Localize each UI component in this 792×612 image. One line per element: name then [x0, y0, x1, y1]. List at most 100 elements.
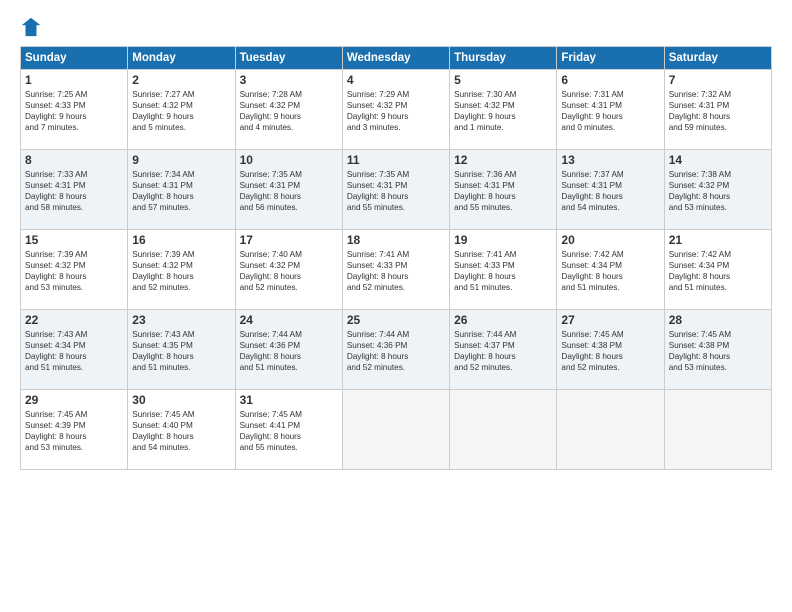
cell-info: Sunrise: 7:41 AMSunset: 4:33 PMDaylight:… — [454, 249, 552, 293]
calendar-cell: 2 Sunrise: 7:27 AMSunset: 4:32 PMDaylight… — [128, 70, 235, 150]
day-number: 13 — [561, 153, 659, 167]
day-number: 22 — [25, 313, 123, 327]
day-number: 10 — [240, 153, 338, 167]
cell-info: Sunrise: 7:30 AMSunset: 4:32 PMDaylight:… — [454, 89, 552, 133]
cell-info: Sunrise: 7:45 AMSunset: 4:38 PMDaylight:… — [669, 329, 767, 373]
logo-icon — [20, 16, 42, 38]
cell-info: Sunrise: 7:32 AMSunset: 4:31 PMDaylight:… — [669, 89, 767, 133]
day-number: 4 — [347, 73, 445, 87]
day-number: 1 — [25, 73, 123, 87]
cell-info: Sunrise: 7:39 AMSunset: 4:32 PMDaylight:… — [25, 249, 123, 293]
cell-info: Sunrise: 7:41 AMSunset: 4:33 PMDaylight:… — [347, 249, 445, 293]
calendar-cell: 11Sunrise: 7:35 AMSunset: 4:31 PMDayligh… — [342, 150, 449, 230]
calendar-cell: 24Sunrise: 7:44 AMSunset: 4:36 PMDayligh… — [235, 310, 342, 390]
calendar-table: SundayMondayTuesdayWednesdayThursdayFrid… — [20, 46, 772, 470]
cell-info: Sunrise: 7:45 AMSunset: 4:39 PMDaylight:… — [25, 409, 123, 453]
header-wednesday: Wednesday — [342, 47, 449, 70]
calendar-cell: 23Sunrise: 7:43 AMSunset: 4:35 PMDayligh… — [128, 310, 235, 390]
day-number: 29 — [25, 393, 123, 407]
day-number: 6 — [561, 73, 659, 87]
day-number: 18 — [347, 233, 445, 247]
calendar-cell — [557, 390, 664, 470]
cell-info: Sunrise: 7:35 AMSunset: 4:31 PMDaylight:… — [347, 169, 445, 213]
day-number: 16 — [132, 233, 230, 247]
week-row-4: 22 Sunrise: 7:43 AMSunset: 4:34 PMDayligh… — [21, 310, 772, 390]
day-number: 25 — [347, 313, 445, 327]
cell-info: Sunrise: 7:35 AMSunset: 4:31 PMDaylight:… — [240, 169, 338, 213]
cell-info: Sunrise: 7:27 AMSunset: 4:32 PMDaylight:… — [132, 89, 230, 133]
cell-info: Sunrise: 7:45 AMSunset: 4:40 PMDaylight:… — [132, 409, 230, 453]
day-number: 20 — [561, 233, 659, 247]
header-thursday: Thursday — [450, 47, 557, 70]
day-number: 8 — [25, 153, 123, 167]
day-number: 14 — [669, 153, 767, 167]
calendar-cell: 9Sunrise: 7:34 AMSunset: 4:31 PMDaylight… — [128, 150, 235, 230]
calendar-cell: 25 Sunrise: 7:44 AMSunset: 4:36 PMDayligh… — [342, 310, 449, 390]
cell-info: Sunrise: 7:29 AMSunset: 4:32 PMDaylight:… — [347, 89, 445, 133]
day-number: 19 — [454, 233, 552, 247]
header-friday: Friday — [557, 47, 664, 70]
cell-info: Sunrise: 7:45 AMSunset: 4:38 PMDaylight:… — [561, 329, 659, 373]
calendar-cell: 8 Sunrise: 7:33 AMSunset: 4:31 PMDaylight… — [21, 150, 128, 230]
calendar-cell: 29 Sunrise: 7:45 AMSunset: 4:39 PMDayligh… — [21, 390, 128, 470]
header — [20, 16, 772, 38]
cell-info: Sunrise: 7:44 AMSunset: 4:37 PMDaylight:… — [454, 329, 552, 373]
cell-info: Sunrise: 7:33 AMSunset: 4:31 PMDaylight:… — [25, 169, 123, 213]
calendar-cell: 22 Sunrise: 7:43 AMSunset: 4:34 PMDayligh… — [21, 310, 128, 390]
week-row-3: 15 Sunrise: 7:39 AMSunset: 4:32 PMDayligh… — [21, 230, 772, 310]
cell-info: Sunrise: 7:25 AMSunset: 4:33 PMDaylight:… — [25, 89, 123, 133]
calendar-cell: 16 Sunrise: 7:39 AMSunset: 4:32 PMDayligh… — [128, 230, 235, 310]
calendar-cell — [450, 390, 557, 470]
cell-info: Sunrise: 7:39 AMSunset: 4:32 PMDaylight:… — [132, 249, 230, 293]
week-row-1: 1 Sunrise: 7:25 AMSunset: 4:33 PMDaylight… — [21, 70, 772, 150]
calendar-cell: 3 Sunrise: 7:28 AMSunset: 4:32 PMDaylight… — [235, 70, 342, 150]
day-number: 7 — [669, 73, 767, 87]
header-row: SundayMondayTuesdayWednesdayThursdayFrid… — [21, 47, 772, 70]
cell-info: Sunrise: 7:42 AMSunset: 4:34 PMDaylight:… — [669, 249, 767, 293]
cell-info: Sunrise: 7:38 AMSunset: 4:32 PMDaylight:… — [669, 169, 767, 213]
calendar-cell: 17 Sunrise: 7:40 AMSunset: 4:32 PMDayligh… — [235, 230, 342, 310]
cell-info: Sunrise: 7:36 AMSunset: 4:31 PMDaylight:… — [454, 169, 552, 213]
calendar-cell: 20 Sunrise: 7:42 AMSunset: 4:34 PMDayligh… — [557, 230, 664, 310]
cell-info: Sunrise: 7:40 AMSunset: 4:32 PMDaylight:… — [240, 249, 338, 293]
cell-info: Sunrise: 7:44 AMSunset: 4:36 PMDaylight:… — [347, 329, 445, 373]
day-number: 30 — [132, 393, 230, 407]
calendar-cell: 21Sunrise: 7:42 AMSunset: 4:34 PMDayligh… — [664, 230, 771, 310]
calendar-cell: 15 Sunrise: 7:39 AMSunset: 4:32 PMDayligh… — [21, 230, 128, 310]
cell-info: Sunrise: 7:42 AMSunset: 4:34 PMDaylight:… — [561, 249, 659, 293]
day-number: 28 — [669, 313, 767, 327]
week-row-2: 8 Sunrise: 7:33 AMSunset: 4:31 PMDaylight… — [21, 150, 772, 230]
calendar-cell: 31Sunrise: 7:45 AMSunset: 4:41 PMDayligh… — [235, 390, 342, 470]
calendar-cell: 5Sunrise: 7:30 AMSunset: 4:32 PMDaylight… — [450, 70, 557, 150]
day-number: 17 — [240, 233, 338, 247]
cell-info: Sunrise: 7:44 AMSunset: 4:36 PMDaylight:… — [240, 329, 338, 373]
calendar-cell: 12 Sunrise: 7:36 AMSunset: 4:31 PMDayligh… — [450, 150, 557, 230]
week-row-5: 29 Sunrise: 7:45 AMSunset: 4:39 PMDayligh… — [21, 390, 772, 470]
cell-info: Sunrise: 7:43 AMSunset: 4:35 PMDaylight:… — [132, 329, 230, 373]
calendar-cell: 1 Sunrise: 7:25 AMSunset: 4:33 PMDaylight… — [21, 70, 128, 150]
cell-info: Sunrise: 7:43 AMSunset: 4:34 PMDaylight:… — [25, 329, 123, 373]
calendar-cell: 14 Sunrise: 7:38 AMSunset: 4:32 PMDayligh… — [664, 150, 771, 230]
calendar-cell — [342, 390, 449, 470]
header-saturday: Saturday — [664, 47, 771, 70]
header-tuesday: Tuesday — [235, 47, 342, 70]
cell-info: Sunrise: 7:37 AMSunset: 4:31 PMDaylight:… — [561, 169, 659, 213]
calendar-cell: 28 Sunrise: 7:45 AMSunset: 4:38 PMDayligh… — [664, 310, 771, 390]
day-number: 12 — [454, 153, 552, 167]
calendar-cell: 13 Sunrise: 7:37 AMSunset: 4:31 PMDayligh… — [557, 150, 664, 230]
day-number: 15 — [25, 233, 123, 247]
calendar-cell: 27Sunrise: 7:45 AMSunset: 4:38 PMDayligh… — [557, 310, 664, 390]
calendar-cell: 26Sunrise: 7:44 AMSunset: 4:37 PMDayligh… — [450, 310, 557, 390]
day-number: 3 — [240, 73, 338, 87]
calendar-cell: 19 Sunrise: 7:41 AMSunset: 4:33 PMDayligh… — [450, 230, 557, 310]
calendar-cell: 10 Sunrise: 7:35 AMSunset: 4:31 PMDayligh… — [235, 150, 342, 230]
calendar-cell: 6 Sunrise: 7:31 AMSunset: 4:31 PMDaylight… — [557, 70, 664, 150]
day-number: 2 — [132, 73, 230, 87]
header-monday: Monday — [128, 47, 235, 70]
page: SundayMondayTuesdayWednesdayThursdayFrid… — [0, 0, 792, 612]
cell-info: Sunrise: 7:31 AMSunset: 4:31 PMDaylight:… — [561, 89, 659, 133]
cell-info: Sunrise: 7:34 AMSunset: 4:31 PMDaylight:… — [132, 169, 230, 213]
calendar-cell: 4 Sunrise: 7:29 AMSunset: 4:32 PMDaylight… — [342, 70, 449, 150]
cell-info: Sunrise: 7:28 AMSunset: 4:32 PMDaylight:… — [240, 89, 338, 133]
logo — [20, 16, 46, 38]
